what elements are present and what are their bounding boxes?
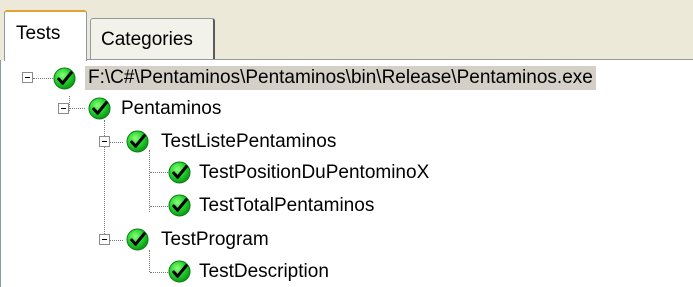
tree-connector (150, 172, 168, 174)
tree-connector (149, 250, 151, 272)
tab-divider (87, 59, 693, 60)
tree-connector (33, 78, 53, 80)
passed-check-icon (126, 228, 149, 251)
tab-strip: Tests Categories (0, 0, 693, 61)
passed-check-icon (168, 260, 191, 283)
tree-node-label: F:\C#\Pentaminos\Pentaminos\bin\Release\… (85, 66, 596, 90)
tree-connector (150, 272, 168, 274)
tree-node-label: TestTotalPentaminos (199, 195, 375, 216)
collapse-icon[interactable] (99, 234, 110, 245)
tree-node-label: TestProgram (161, 229, 269, 250)
collapse-icon[interactable] (22, 72, 33, 83)
tree-connector (70, 108, 85, 110)
tree-connector (149, 150, 151, 212)
tests-panel: F:\C#\Pentaminos\Pentaminos\bin\Release\… (0, 60, 693, 287)
passed-check-icon (126, 130, 149, 153)
tree-connector (110, 142, 123, 144)
tab-categories-label: Categories (101, 29, 193, 50)
passed-check-icon (88, 97, 111, 120)
tree-node-label: TestDescription (199, 261, 329, 282)
tree-connector (110, 240, 123, 242)
passed-check-icon (168, 194, 191, 217)
tab-tests[interactable]: Tests (4, 10, 87, 61)
tab-categories[interactable]: Categories (90, 18, 215, 59)
collapse-icon[interactable] (99, 136, 110, 147)
tree-node-label: TestListePentaminos (161, 131, 337, 152)
test-tree[interactable]: F:\C#\Pentaminos\Pentaminos\bin\Release\… (1, 60, 693, 287)
passed-check-icon (53, 67, 76, 90)
tree-connector (150, 206, 168, 208)
tree-node-label: TestPositionDuPentominoX (199, 162, 430, 183)
tab-tests-label: Tests (16, 23, 61, 44)
tree-node-label: Pentaminos (121, 98, 222, 119)
passed-check-icon (168, 161, 191, 184)
collapse-icon[interactable] (58, 103, 69, 114)
